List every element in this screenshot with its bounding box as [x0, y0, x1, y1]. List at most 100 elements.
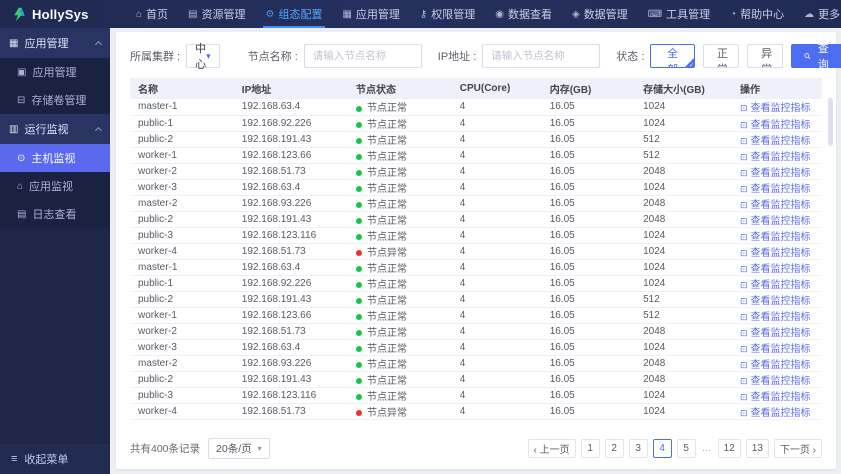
cell-status: 节点正常 [347, 259, 452, 276]
cell-cpu: 4 [451, 323, 542, 340]
cell-action: ⊡ 查看监控指标 [732, 291, 822, 308]
table-row: public-3 192.168.123.116 节点正常 4 16.05 1024 ⊡ 查看… [130, 227, 822, 244]
nav-item-app[interactable]: ▦ 应用管理 [332, 0, 409, 28]
view-metrics-link[interactable]: ⊡ 查看监控指标 [740, 360, 811, 371]
cloud-icon: ☁ [804, 8, 815, 20]
status-dot-green [355, 185, 362, 192]
table-scrollbar-thumb[interactable] [828, 98, 833, 146]
status-text: 节点正常 [366, 231, 407, 243]
view-metrics-link[interactable]: ⊡ 查看监控指标 [740, 216, 811, 227]
view-metrics-label: 查看监控指标 [750, 343, 811, 355]
status-dot-green [355, 377, 362, 384]
table-row: worker-4 192.168.51.73 节点异常 4 16.05 1024 ⊡ 查看监控… [130, 243, 822, 260]
sidebar-item-host-monitor[interactable]: ⊙ 主机监视 [0, 144, 110, 172]
metrics-icon: ⊡ [740, 135, 748, 146]
nav-item-more[interactable]: ☁更多▾ [794, 0, 841, 28]
nav-item-label: 数据查看 [507, 9, 552, 21]
cell-name: public-3 [130, 387, 234, 404]
brand-logo[interactable]: HollySys [0, 7, 112, 22]
nav-item-resource[interactable]: ▤ 资源管理 [178, 0, 255, 28]
nav-item-tools[interactable]: ⌨ 工具管理 [638, 0, 720, 28]
sidebar-item-app-manage[interactable]: ▣ 应用管理 [0, 58, 110, 86]
nav-item-label: 数据管理 [583, 9, 628, 21]
view-metrics-link[interactable]: ⊡ 查看监控指标 [740, 296, 811, 307]
cell-status: 节点正常 [347, 387, 452, 404]
view-metrics-link[interactable]: ⊡ 查看监控指标 [740, 392, 811, 403]
node-name-input[interactable] [303, 44, 422, 68]
status-text: 节点正常 [366, 263, 407, 275]
cell-ip: 192.168.191.43 [233, 371, 348, 388]
cell-ip: 192.168.123.66 [233, 147, 348, 164]
status-filter-1[interactable]: 正常 [702, 44, 740, 68]
page-button-12[interactable]: 12 [717, 439, 741, 458]
page-button-4[interactable]: 4 [652, 439, 672, 458]
view-metrics-link[interactable]: ⊡ 查看监控指标 [740, 152, 811, 163]
view-metrics-link[interactable]: ⊡ 查看监控指标 [740, 264, 811, 275]
nav-item-help[interactable]: ◔ 帮助中心 [720, 0, 794, 28]
view-metrics-link[interactable]: ⊡ 查看监控指标 [740, 312, 811, 323]
cell-action: ⊡ 查看监控指标 [732, 387, 822, 404]
view-metrics-link[interactable]: ⊡ 查看监控指标 [740, 280, 811, 291]
view-metrics-link[interactable]: ⊡ 查看监控指标 [740, 136, 811, 147]
prev-page-button[interactable]: ‹ 上一页 [527, 439, 576, 458]
cell-storage: 512 [635, 147, 732, 164]
view-metrics-link[interactable]: ⊡ 查看监控指标 [740, 168, 811, 179]
status-text: 节点正常 [366, 135, 407, 147]
status-dot-green [355, 233, 362, 240]
status-dot-green [355, 137, 362, 144]
metrics-icon: ⊡ [740, 327, 748, 338]
search-button[interactable]: 查询 [791, 43, 841, 71]
page-size-select[interactable]: 20条/页 ▾ [208, 438, 270, 459]
status-filter-0[interactable]: 全部状态 [650, 44, 695, 68]
status-filter-2[interactable]: 异常 [747, 44, 784, 68]
ip-input[interactable] [482, 44, 601, 68]
sidebar-group-label: 应用管理 [24, 38, 69, 50]
view-metrics-link[interactable]: ⊡ 查看监控指标 [740, 120, 811, 131]
view-metrics-link[interactable]: ⊡ 查看监控指标 [740, 200, 811, 211]
nav-item-data-manage[interactable]: ◈ 数据管理 [562, 0, 638, 28]
metrics-icon: ⊡ [740, 295, 748, 306]
nav-item-permission[interactable]: ⚷ 权限管理 [410, 0, 485, 28]
page-button-13[interactable]: 13 [745, 439, 769, 458]
cell-storage: 2048 [635, 323, 732, 340]
status-text: 节点正常 [366, 151, 407, 163]
cell-name: worker-4 [130, 243, 234, 260]
view-metrics-link[interactable]: ⊡ 查看监控指标 [740, 328, 811, 339]
sidebar-item-log-view[interactable]: ▤ 日志查看 [0, 200, 110, 228]
page-button-1[interactable]: 1 [580, 439, 600, 458]
status-text: 节点异常 [366, 407, 407, 419]
sidebar-item-storage-vol[interactable]: ⊟ 存储卷管理 [0, 86, 110, 114]
cell-name: worker-2 [130, 163, 234, 180]
cell-ip: 192.168.93.226 [233, 195, 348, 212]
view-metrics-link[interactable]: ⊡ 查看监控指标 [740, 408, 811, 419]
view-metrics-label: 查看监控指标 [750, 263, 811, 275]
next-page-button[interactable]: 下一页 › [773, 439, 822, 458]
sidebar-group-app-manage-group[interactable]: ▦ 应用管理 [0, 28, 110, 58]
nav-item-data-view[interactable]: ◉ 数据查看 [485, 0, 562, 28]
view-metrics-link[interactable]: ⊡ 查看监控指标 [740, 184, 811, 195]
view-metrics-link[interactable]: ⊡ 查看监控指标 [740, 248, 811, 259]
view-metrics-link[interactable]: ⊡ 查看监控指标 [740, 344, 811, 355]
nav-item-config[interactable]: ⚙ 组态配置 [256, 0, 333, 28]
view-metrics-label: 查看监控指标 [750, 327, 811, 339]
page-button-2[interactable]: 2 [604, 439, 624, 458]
cell-status: 节点正常 [347, 99, 452, 116]
cell-mem: 16.05 [541, 387, 636, 404]
page-button-5[interactable]: 5 [676, 439, 696, 458]
cluster-select[interactable]: 中心 ▾ [186, 43, 220, 71]
page-button-3[interactable]: 3 [628, 439, 648, 458]
sidebar-group-run-monitor-group[interactable]: ▥ 运行监视 [0, 114, 110, 144]
cell-storage: 1024 [635, 243, 732, 260]
cell-ip: 192.168.123.116 [233, 387, 348, 404]
cell-status: 节点正常 [347, 291, 452, 308]
view-metrics-label: 查看监控指标 [750, 215, 811, 227]
table-row: public-3 192.168.123.116 节点正常 4 16.05 1024 ⊡ 查看… [130, 387, 822, 404]
collapse-menu-button[interactable]: ≡ 收起菜单 [0, 444, 110, 474]
view-metrics-link[interactable]: ⊡ 查看监控指标 [740, 376, 811, 387]
view-metrics-link[interactable]: ⊡ 查看监控指标 [740, 232, 811, 243]
cell-action: ⊡ 查看监控指标 [732, 195, 822, 212]
nav-item-home[interactable]: ⌂ 首页 [126, 0, 178, 28]
view-metrics-link[interactable]: ⊡ 查看监控指标 [740, 103, 811, 114]
cell-name: master-2 [130, 195, 234, 212]
sidebar-item-app-monitor[interactable]: ⌂ 应用监视 [0, 172, 110, 200]
